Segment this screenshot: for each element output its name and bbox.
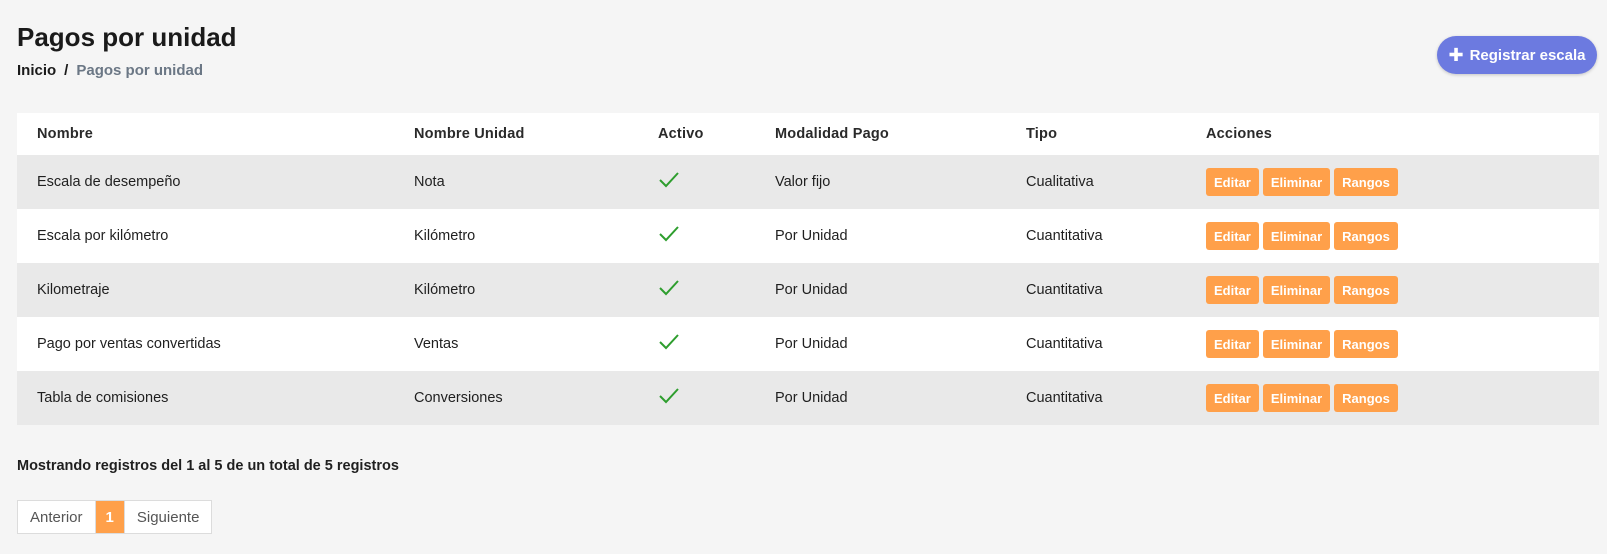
- cell-acciones: Editar Eliminar Rangos: [1186, 371, 1599, 425]
- cell-nombre-unidad: Ventas: [394, 317, 638, 371]
- breadcrumb: Inicio / Pagos por unidad: [17, 62, 203, 79]
- ranges-button[interactable]: Rangos: [1334, 168, 1398, 196]
- cell-acciones: Editar Eliminar Rangos: [1186, 317, 1599, 371]
- pagination-page-1[interactable]: 1: [94, 501, 124, 533]
- cell-activo: [638, 263, 755, 317]
- cell-nombre-unidad: Nota: [394, 155, 638, 209]
- cell-nombre: Tabla de comisiones: [17, 371, 394, 425]
- cell-tipo: Cuantitativa: [1006, 371, 1186, 425]
- edit-button[interactable]: Editar: [1206, 168, 1259, 196]
- cell-acciones: Editar Eliminar Rangos: [1186, 263, 1599, 317]
- column-header-acciones: Acciones: [1186, 113, 1599, 155]
- table-row: Kilometraje Kilómetro Por Unidad Cuantitati…: [17, 263, 1599, 317]
- column-header-nombre[interactable]: Nombre: [17, 113, 394, 155]
- breadcrumb-current: Pagos por unidad: [76, 62, 204, 79]
- check-icon: [659, 226, 679, 242]
- column-header-modalidad-pago[interactable]: Modalidad Pago: [755, 113, 1006, 155]
- column-header-tipo[interactable]: Tipo: [1006, 113, 1186, 155]
- ranges-button[interactable]: Rangos: [1334, 384, 1398, 412]
- table-row: Tabla de comisiones Conversiones Por Unida…: [17, 371, 1599, 425]
- cell-nombre-unidad: Kilómetro: [394, 263, 638, 317]
- cell-tipo: Cuantitativa: [1006, 317, 1186, 371]
- delete-button[interactable]: Eliminar: [1262, 330, 1331, 358]
- cell-modalidad-pago: Por Unidad: [755, 263, 1006, 317]
- pagination-previous[interactable]: Anterior: [18, 501, 95, 533]
- check-icon: [659, 388, 679, 404]
- delete-button[interactable]: Eliminar: [1262, 168, 1331, 196]
- page-title: Pagos por unidad: [17, 22, 237, 52]
- cell-nombre: Escala de desempeño: [17, 155, 394, 209]
- delete-button[interactable]: Eliminar: [1262, 384, 1331, 412]
- cell-nombre: Escala por kilómetro: [17, 209, 394, 263]
- column-header-activo[interactable]: Activo: [638, 113, 755, 155]
- breadcrumb-separator: /: [64, 62, 69, 79]
- cell-acciones: Editar Eliminar Rangos: [1186, 209, 1599, 263]
- cell-activo: [638, 317, 755, 371]
- check-icon: [659, 334, 679, 350]
- cell-tipo: Cualitativa: [1006, 155, 1186, 209]
- column-header-nombre-unidad[interactable]: Nombre Unidad: [394, 113, 638, 155]
- breadcrumb-home[interactable]: Inicio: [17, 62, 56, 79]
- row-actions: Editar Eliminar Rangos: [1206, 384, 1599, 412]
- table-info: Mostrando registros del 1 al 5 de un tot…: [17, 458, 399, 474]
- cell-modalidad-pago: Por Unidad: [755, 317, 1006, 371]
- ranges-button[interactable]: Rangos: [1334, 222, 1398, 250]
- ranges-button[interactable]: Rangos: [1334, 330, 1398, 358]
- cell-modalidad-pago: Valor fijo: [755, 155, 1006, 209]
- cell-tipo: Cuantitativa: [1006, 263, 1186, 317]
- cell-nombre-unidad: Kilómetro: [394, 209, 638, 263]
- edit-button[interactable]: Editar: [1206, 384, 1259, 412]
- cell-activo: [638, 371, 755, 425]
- table-row: Escala de desempeño Nota Valor fijo Cualita…: [17, 155, 1599, 209]
- table-header-row: Nombre Nombre Unidad Activo Modalidad Pa…: [17, 113, 1599, 155]
- cell-nombre-unidad: Conversiones: [394, 371, 638, 425]
- ranges-button[interactable]: Rangos: [1334, 276, 1398, 304]
- edit-button[interactable]: Editar: [1206, 276, 1259, 304]
- row-actions: Editar Eliminar Rangos: [1206, 222, 1599, 250]
- edit-button[interactable]: Editar: [1206, 330, 1259, 358]
- cell-modalidad-pago: Por Unidad: [755, 209, 1006, 263]
- delete-button[interactable]: Eliminar: [1262, 222, 1331, 250]
- cell-nombre: Pago por ventas convertidas: [17, 317, 394, 371]
- table-row: Escala por kilómetro Kilómetro Por Unidad C…: [17, 209, 1599, 263]
- edit-button[interactable]: Editar: [1206, 222, 1259, 250]
- check-icon: [659, 172, 679, 188]
- plus-icon: ✚: [1448, 45, 1464, 65]
- cell-activo: [638, 209, 755, 263]
- row-actions: Editar Eliminar Rangos: [1206, 330, 1599, 358]
- cell-tipo: Cuantitativa: [1006, 209, 1186, 263]
- delete-button[interactable]: Eliminar: [1262, 276, 1331, 304]
- row-actions: Editar Eliminar Rangos: [1206, 168, 1599, 196]
- check-icon: [659, 280, 679, 296]
- pagination: Anterior 1 Siguiente: [17, 500, 213, 534]
- register-scale-button[interactable]: ✚ Registrar escala: [1437, 36, 1597, 74]
- cell-nombre: Kilometraje: [17, 263, 394, 317]
- table-row: Pago por ventas convertidas Ventas Por Uni…: [17, 317, 1599, 371]
- row-actions: Editar Eliminar Rangos: [1206, 276, 1599, 304]
- pagination-next[interactable]: Siguiente: [123, 501, 212, 533]
- cell-acciones: Editar Eliminar Rangos: [1186, 155, 1599, 209]
- register-scale-label: Registrar escala: [1469, 46, 1586, 64]
- cell-modalidad-pago: Por Unidad: [755, 371, 1006, 425]
- scales-table: Nombre Nombre Unidad Activo Modalidad Pa…: [17, 113, 1599, 425]
- cell-activo: [638, 155, 755, 209]
